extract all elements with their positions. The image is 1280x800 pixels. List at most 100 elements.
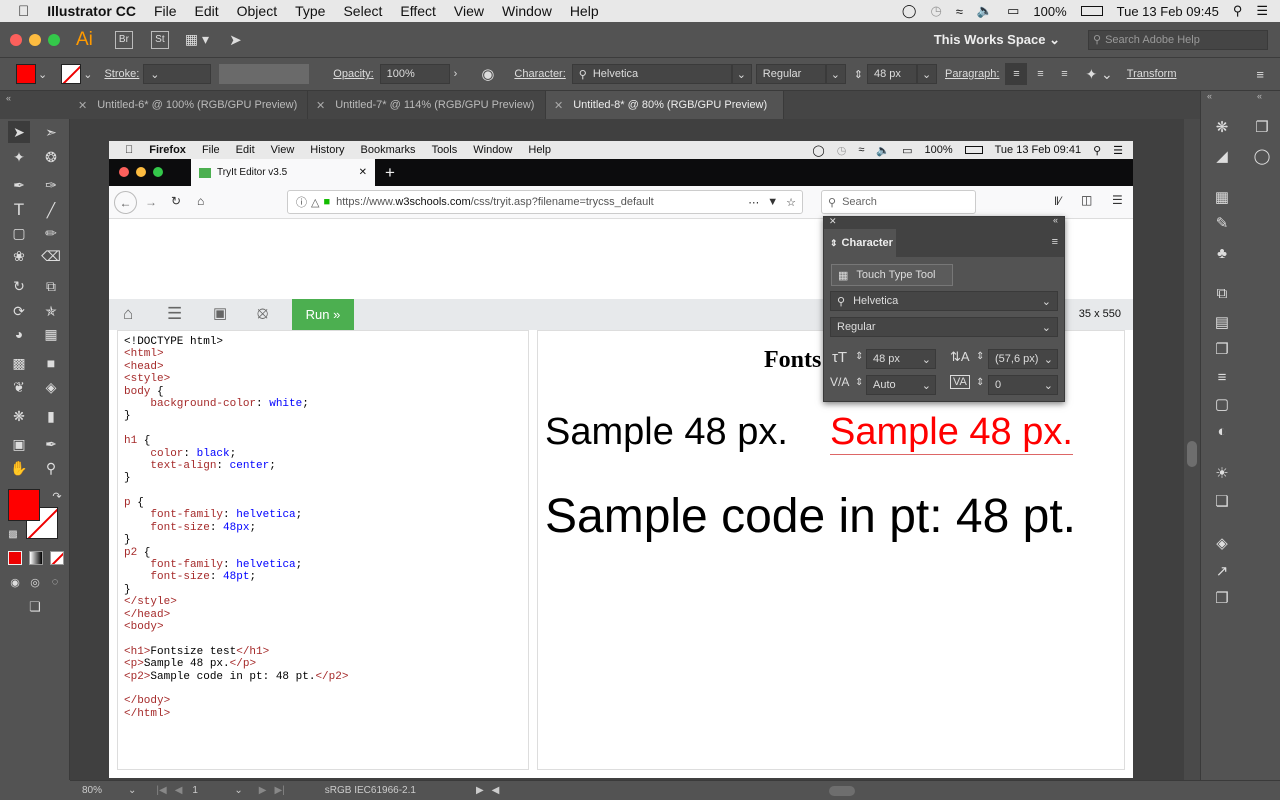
pen-tool-icon[interactable]: ✒: [8, 174, 30, 196]
none-mode-button[interactable]: [50, 551, 64, 565]
stepper-icon[interactable]: ⇕: [855, 377, 863, 388]
horizontal-scroll-thumb[interactable]: [829, 785, 856, 796]
collapse-dock-icon[interactable]: «: [1257, 91, 1262, 101]
stroke-weight-field[interactable]: ⌄: [143, 64, 212, 84]
gradient-tool-icon[interactable]: ■: [40, 352, 62, 374]
pathfinder-icon[interactable]: ❐: [1212, 339, 1232, 359]
mesh-tool-icon[interactable]: ▩: [8, 352, 30, 374]
doc-tab[interactable]: ✕ Untitled-6* @ 100% (RGB/GPU Preview): [70, 91, 308, 119]
blend-tool-icon[interactable]: ◈: [40, 376, 62, 398]
zoom-window-button[interactable]: [48, 33, 60, 46]
close-tab-icon[interactable]: ✕: [316, 99, 325, 112]
gpu-performance-icon[interactable]: ➤: [229, 31, 242, 49]
font-style-dropdown-icon[interactable]: ⌄: [825, 64, 846, 84]
close-panel-icon[interactable]: ✕: [829, 216, 837, 227]
artboard-dropdown-icon[interactable]: ⌄: [234, 785, 242, 796]
sample-px-outlined-text[interactable]: Sample 48 px.: [830, 411, 1073, 455]
stock-button[interactable]: St: [150, 30, 169, 49]
shape-builder-tool-icon[interactable]: ◕: [8, 323, 30, 345]
menu-window[interactable]: Window: [502, 3, 552, 19]
graphic-styles-icon[interactable]: ❏: [1212, 491, 1232, 511]
paintbrush-tool-icon[interactable]: ✏: [40, 222, 62, 244]
align-left-button[interactable]: ≡: [1005, 63, 1028, 85]
dropdown-icon[interactable]: ⌄: [1042, 321, 1051, 334]
rotate-tool-icon[interactable]: ↻: [8, 275, 30, 297]
color-mode-button[interactable]: [8, 551, 22, 565]
doc-tab-active[interactable]: ✕ Untitled-8* @ 80% (RGB/GPU Preview): [546, 91, 784, 119]
lasso-tool-icon[interactable]: ❂: [40, 146, 62, 168]
zoom-tool-icon[interactable]: ⚲: [40, 457, 62, 479]
horizontal-scroll-left-icon[interactable]: ◀: [492, 785, 500, 796]
collapse-dock-icon[interactable]: «: [1207, 91, 1212, 101]
stepper-icon[interactable]: ⇕: [855, 351, 863, 362]
transparency-icon[interactable]: ◐: [1212, 421, 1232, 441]
font-size-field[interactable]: 48 px ⌄: [866, 349, 936, 369]
stepper-icon[interactable]: ⇕: [976, 351, 984, 362]
menu-object[interactable]: Object: [237, 3, 277, 19]
perspective-grid-tool-icon[interactable]: ▦: [40, 323, 62, 345]
width-tool-icon[interactable]: ⟳: [8, 300, 30, 322]
control-bar-menu-icon[interactable]: ≡: [1256, 67, 1264, 82]
kerning-field[interactable]: Auto ⌄: [866, 375, 936, 395]
eraser-tool-icon[interactable]: ⌫: [40, 245, 62, 267]
menu-select[interactable]: Select: [343, 3, 382, 19]
font-style-field[interactable]: Regular ⌄: [830, 317, 1058, 337]
character-label[interactable]: Character:: [514, 68, 565, 80]
align-center-button[interactable]: ≡: [1029, 63, 1051, 85]
opacity-arrow-icon[interactable]: ›: [454, 68, 458, 80]
magic-wand-tool-icon[interactable]: ✦: [8, 146, 30, 168]
collapse-left-icon[interactable]: «: [0, 91, 70, 119]
default-fill-stroke-icon[interactable]: ▩: [2, 523, 24, 545]
prev-artboard-icon[interactable]: ◀: [175, 785, 183, 796]
battery-icon[interactable]: [1080, 6, 1103, 16]
stroke-panel-icon[interactable]: ≡: [1212, 367, 1232, 387]
dropdown-icon[interactable]: ⌄: [1042, 295, 1051, 308]
menu-file[interactable]: File: [154, 3, 177, 19]
rectangle-tool-icon[interactable]: ▢: [8, 222, 30, 244]
shaper-tool-icon[interactable]: ❀: [8, 245, 30, 267]
screen-mode-icon[interactable]: ❏: [24, 596, 46, 618]
time-machine-icon[interactable]: ◷: [930, 3, 941, 19]
opacity-field[interactable]: 100%: [379, 64, 450, 84]
stroke-label[interactable]: Stroke:: [104, 68, 139, 80]
zoom-dropdown-icon[interactable]: ⌄: [128, 785, 136, 796]
graph-tool-icon[interactable]: ▮: [40, 405, 62, 427]
draw-inside-icon[interactable]: ◌: [44, 571, 66, 593]
stroke-dropdown-icon[interactable]: ⌄: [83, 68, 92, 81]
panel-menu-icon[interactable]: ≡: [1052, 236, 1058, 248]
slice-tool-icon[interactable]: ✒: [40, 433, 62, 455]
type-tool-icon[interactable]: T: [8, 199, 30, 221]
hand-tool-icon[interactable]: ✋: [8, 457, 30, 479]
dropdown-icon[interactable]: ⌄: [1044, 379, 1053, 392]
gradient-mode-button[interactable]: [29, 551, 43, 565]
line-tool-icon[interactable]: ╱: [40, 199, 62, 221]
fill-color-swatch[interactable]: [8, 489, 40, 521]
notification-center-icon[interactable]: ☰: [1256, 3, 1268, 19]
next-artboard-icon[interactable]: ▶: [259, 785, 267, 796]
arrange-documents-icon[interactable]: ▦ ▾: [185, 31, 209, 48]
menu-view[interactable]: View: [454, 3, 484, 19]
expand-options-icon[interactable]: ⇕: [830, 238, 838, 249]
app-menu-name[interactable]: Illustrator CC: [47, 3, 136, 19]
close-window-button[interactable]: [10, 33, 22, 46]
puppet-warp-tool-icon[interactable]: ✯: [40, 300, 62, 322]
opacity-label[interactable]: Opacity:: [333, 68, 373, 80]
fill-dropdown-icon[interactable]: ⌄: [38, 68, 47, 81]
artboard-tool-icon[interactable]: ▣: [8, 433, 30, 455]
workspace-switcher[interactable]: This Works Space ⌄: [934, 32, 1060, 48]
variable-width-field[interactable]: [219, 64, 310, 84]
symbols-icon[interactable]: ♣: [1212, 243, 1232, 263]
font-family-field[interactable]: ⚲ Helvetica: [571, 64, 732, 84]
align-right-button[interactable]: ≡: [1053, 63, 1075, 85]
creative-cloud-icon[interactable]: ◯: [902, 3, 917, 19]
align-icon[interactable]: ▤: [1212, 312, 1232, 332]
search-help-field[interactable]: ⚲ Search Adobe Help: [1088, 29, 1268, 50]
touch-type-button[interactable]: ▦ Touch Type Tool: [831, 264, 953, 286]
artboard-number-field[interactable]: 1: [192, 785, 232, 796]
libraries-icon[interactable]: ❐: [1252, 117, 1272, 137]
status-menu-icon[interactable]: ▶: [476, 785, 484, 796]
collapse-panel-icon[interactable]: «: [1053, 215, 1058, 225]
gradient-panel-icon[interactable]: ◢: [1212, 146, 1232, 166]
font-style-field[interactable]: Regular: [755, 64, 826, 84]
font-family-field[interactable]: ⚲ Helvetica ⌄: [830, 291, 1058, 311]
